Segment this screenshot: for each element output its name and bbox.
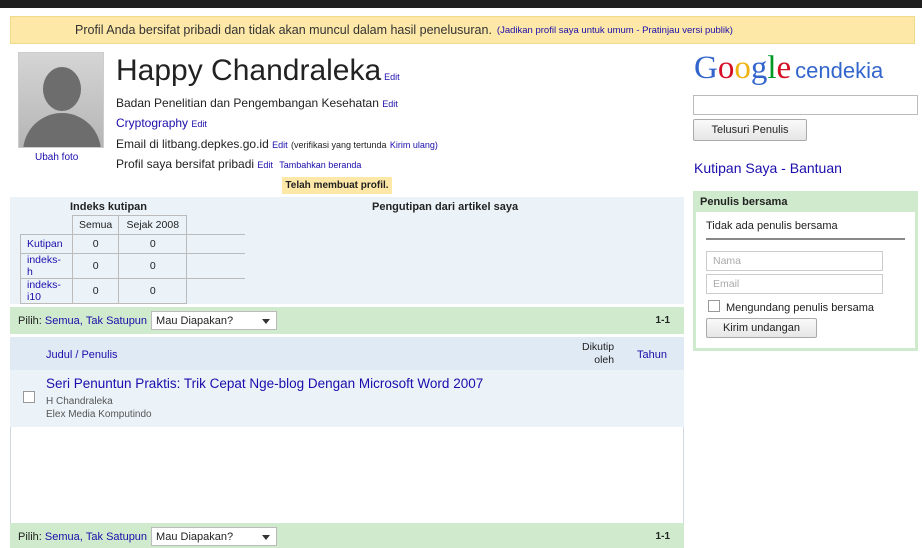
profile-name: Happy Chandraleka (116, 54, 382, 87)
article-row: Seri Penuntun Praktis: Trik Cepat Nge-bl… (10, 370, 684, 427)
table-spacer (186, 215, 245, 235)
h-index-all: 0 (71, 253, 120, 279)
i10-index-all: 0 (71, 278, 120, 304)
article-checkbox[interactable] (23, 391, 35, 403)
select-all-link[interactable]: Semua, (45, 315, 83, 327)
h-index-since: 0 (118, 253, 188, 279)
private-row: Profil saya bersifat pribadi Edit Tambah… (116, 157, 361, 171)
sort-title-link[interactable]: Judul / Penulis (46, 349, 118, 361)
table-row: Kutipan 0 0 (20, 234, 245, 254)
edit-name-link[interactable]: Edit (384, 72, 400, 82)
edit-private-link[interactable]: Edit (257, 160, 273, 170)
table-row: indeks-h 0 0 (20, 253, 245, 279)
table-row: indeks-i10 0 0 (20, 278, 245, 304)
send-invite-button[interactable]: Kirim undangan (706, 318, 817, 338)
sort-year-link[interactable]: Tahun (637, 349, 667, 361)
cited-by-line1: Dikutip (582, 341, 615, 353)
make-public-link[interactable]: (Jadikan profil saya untuk umum - Pratin… (497, 25, 733, 36)
profile-name-row: Happy Chandraleka Edit (116, 54, 400, 88)
article-publisher: Elex Media Komputindo (46, 409, 152, 420)
resend-link[interactable]: Kirim ulang) (390, 140, 438, 150)
cited-by-line2: oleh (594, 354, 615, 366)
coauthor-name-input[interactable]: Nama (706, 251, 883, 271)
edit-interest-link[interactable]: Edit (191, 119, 207, 129)
change-photo-link[interactable]: Ubah foto (35, 152, 78, 163)
my-citations-link[interactable]: Kutipan Saya (694, 160, 777, 176)
privacy-notice-text: Profil Anda bersifat pribadi dan tidak a… (75, 23, 492, 37)
i10-index-row-label[interactable]: indeks-i10 (20, 278, 73, 304)
pagination-count: 1-1 (655, 531, 670, 542)
action-dropdown-value: Mau Diapakan? (156, 314, 234, 327)
google-logo-text: Google (694, 50, 792, 86)
logo-subtitle: cendekia (795, 58, 884, 83)
edit-affiliation-link[interactable]: Edit (382, 99, 398, 109)
author-search-input[interactable] (693, 95, 918, 115)
affiliation-row: Badan Penelitian dan Pengembangan Keseha… (116, 96, 398, 110)
select-none-link[interactable]: Tak Satupun (86, 315, 147, 327)
interest-row: Cryptography Edit (116, 116, 207, 130)
interest-cryptography-link[interactable]: Cryptography (116, 116, 188, 130)
edit-email-link[interactable]: Edit (272, 140, 288, 150)
avatar-head-icon (43, 67, 81, 111)
select-label: Pilih: (18, 530, 42, 543)
privacy-notice: Profil Anda bersifat pribadi dan tidak a… (10, 16, 915, 44)
chevron-down-icon (262, 535, 271, 540)
cited-by-header: Dikutip oleh (582, 341, 614, 367)
search-authors-button[interactable]: Telusuri Penulis (693, 119, 807, 141)
table-corner (20, 215, 73, 235)
header-all: Semua (71, 215, 120, 235)
coauthors-panel: Penulis bersama Tidak ada penulis bersam… (693, 191, 918, 351)
affiliation: Badan Penelitian dan Pengembangan Keseha… (116, 96, 379, 110)
profile-created-badge: Telah membuat profil. (282, 177, 392, 194)
private-text: Profil saya bersifat pribadi (116, 157, 255, 171)
profile-photo[interactable] (18, 52, 104, 148)
stats-area: Indeks kutipan Pengutipan dari artikel s… (10, 197, 684, 304)
header-since-2008: Sejak 2008 (118, 215, 188, 235)
verify-pending-text: (verifikasi yang tertunda (290, 140, 387, 150)
email-row: Email di litbang.depkes.go.id Edit (veri… (116, 137, 438, 151)
email-text: Email di litbang.depkes.go.id (116, 137, 269, 151)
select-all-link[interactable]: Semua, (45, 531, 83, 543)
empty-list-area (10, 427, 684, 523)
avatar-body-icon (23, 113, 101, 147)
selection-bar-bottom: Pilih: Semua, Tak Satupun Mau Diapakan? … (10, 523, 684, 548)
citations-row-label[interactable]: Kutipan (20, 234, 73, 254)
selection-bar-top: Pilih: Semua, Tak Satupun Mau Diapakan? … (10, 307, 684, 334)
coauthors-title: Penulis bersama (696, 194, 915, 212)
sidebar-links: Kutipan Saya - Bantuan (694, 160, 842, 176)
h-index-row-label[interactable]: indeks-h (20, 253, 73, 279)
citations-since: 0 (118, 234, 188, 254)
main-content: Indeks kutipan Pengutipan dari artikel s… (10, 197, 684, 548)
citation-index-table: Semua Sejak 2008 Kutipan 0 0 indeks-h 0 … (20, 215, 245, 304)
citations-all: 0 (71, 234, 120, 254)
add-homepage-link[interactable]: Tambahkan beranda (279, 160, 361, 170)
table-spacer (186, 253, 245, 279)
invite-checkbox[interactable] (708, 300, 720, 312)
chevron-down-icon (262, 319, 271, 324)
link-separator: - (777, 160, 790, 176)
coauthor-email-input[interactable]: Email (706, 274, 883, 294)
google-scholar-logo[interactable]: Google cendekia (694, 50, 883, 87)
table-spacer (186, 278, 245, 304)
select-none-link[interactable]: Tak Satupun (86, 531, 147, 543)
table-spacer (186, 234, 245, 254)
no-coauthors-text: Tidak ada penulis bersama (706, 220, 905, 240)
action-dropdown[interactable]: Mau Diapakan? (151, 311, 278, 330)
table-header-row: Semua Sejak 2008 (20, 215, 245, 235)
action-dropdown-value: Mau Diapakan? (156, 530, 234, 543)
article-authors: H Chandraleka (46, 396, 113, 407)
article-title-link[interactable]: Seri Penuntun Praktis: Trik Cepat Nge-bl… (46, 376, 483, 391)
i10-index-since: 0 (118, 278, 188, 304)
action-dropdown[interactable]: Mau Diapakan? (151, 527, 278, 546)
help-link[interactable]: Bantuan (790, 160, 842, 176)
invite-label: Mengundang penulis bersama (726, 302, 874, 314)
pagination-count: 1-1 (655, 315, 670, 326)
article-column-header: Judul / Penulis Dikutip oleh Tahun (10, 337, 684, 370)
citation-index-title: Indeks kutipan (70, 201, 148, 213)
select-label: Pilih: (18, 314, 42, 327)
citations-title: Pengutipan dari artikel saya (372, 201, 519, 213)
top-bar (0, 0, 922, 8)
